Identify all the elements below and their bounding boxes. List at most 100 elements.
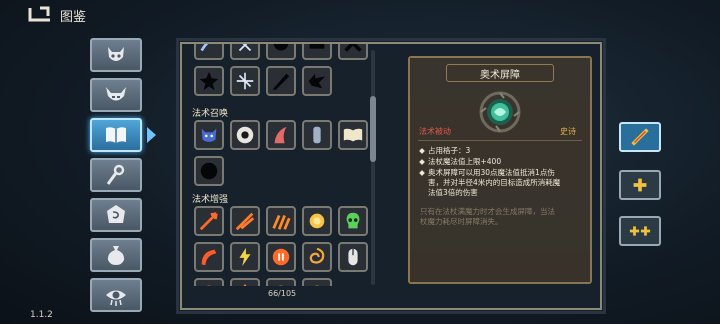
- spell-slot[interactable]: [338, 206, 368, 236]
- tab-curses[interactable]: [90, 278, 142, 312]
- locked-silhouette-icon: [200, 162, 218, 180]
- open-book-icon: [343, 128, 363, 142]
- tab-spellbook[interactable]: [90, 118, 142, 152]
- spell-slot[interactable]: [302, 44, 332, 60]
- fire-icon: [243, 283, 247, 286]
- fire-icon: [278, 285, 284, 286]
- pillar-icon: [313, 126, 321, 144]
- tab-monsters[interactable]: [90, 38, 142, 72]
- spell-rarity: 史诗: [560, 127, 576, 136]
- spell-slot[interactable]: [302, 120, 332, 150]
- tab-runes[interactable]: [90, 198, 142, 232]
- spell-slot[interactable]: [194, 242, 224, 272]
- demon-face-icon: [108, 47, 124, 61]
- fire-arrow-icon: [199, 212, 218, 231]
- locked-silhouette-icon: [309, 44, 325, 49]
- eyeball-icon: [236, 126, 254, 144]
- page-title: 图鉴: [60, 10, 87, 25]
- bullet-icon: [419, 159, 425, 165]
- tab-bosses[interactable]: [90, 78, 142, 112]
- section-label-enhance: 法术增强: [192, 195, 229, 205]
- wand-icon: [631, 128, 649, 146]
- stat-line-continued: 害，并对半径4米内的目标造成所消耗魔: [428, 178, 561, 187]
- section-label-summon: 法术召唤: [192, 109, 229, 119]
- staff-icon: [106, 164, 125, 185]
- pause-orb-icon: [272, 248, 290, 266]
- spell-slot[interactable]: [302, 278, 332, 286]
- divider: [418, 140, 582, 141]
- fire-icon: [206, 285, 212, 286]
- spell-slot[interactable]: [266, 278, 296, 286]
- imp-icon: [201, 128, 217, 142]
- spell-type: 法术被动: [419, 127, 451, 136]
- arcane-barrier-icon: [479, 91, 521, 133]
- active-tab-indicator: [147, 127, 156, 143]
- stat-text: 法杖魔法值上限+400: [428, 157, 502, 166]
- add-one-button[interactable]: [619, 170, 661, 200]
- spell-slot[interactable]: [266, 66, 296, 96]
- spell-slot[interactable]: [230, 206, 260, 236]
- spell-slot[interactable]: [266, 206, 296, 236]
- tab-items[interactable]: [90, 238, 142, 272]
- bullet-icon: [419, 170, 425, 176]
- fire-icon: [314, 285, 320, 286]
- spell-grid[interactable]: 法术召唤 法术增强: [188, 44, 374, 286]
- spell-slot[interactable]: [194, 66, 224, 96]
- spell-name: 奥术屏障: [480, 69, 520, 81]
- spell-slot[interactable]: [302, 206, 332, 236]
- spell-slot[interactable]: [266, 120, 296, 150]
- stat-line: 法杖魔法值上限+400: [419, 157, 502, 166]
- eye-icon: [106, 290, 126, 306]
- spell-slot[interactable]: [194, 206, 224, 236]
- spell-slot[interactable]: [230, 278, 260, 286]
- lightning-icon: [239, 247, 251, 267]
- back-icon: [28, 6, 50, 22]
- locked-silhouette-icon: [344, 44, 362, 52]
- stat-line-continued: 法值3倍的伤害: [428, 188, 478, 197]
- spell-slot[interactable]: [266, 242, 296, 272]
- spell-slot[interactable]: [194, 120, 224, 150]
- spell-slot[interactable]: [338, 120, 368, 150]
- spell-slot[interactable]: [338, 242, 368, 272]
- double-plus-icon: [629, 226, 651, 236]
- boomerang-icon: [201, 249, 217, 266]
- spell-slot[interactable]: [194, 278, 224, 286]
- plus-icon: [633, 178, 647, 192]
- locked-silhouette-icon: [272, 73, 290, 91]
- burst-icon: [309, 213, 325, 229]
- spell-slot[interactable]: [338, 44, 368, 60]
- spell-slot[interactable]: [194, 44, 224, 60]
- back-button[interactable]: [26, 4, 54, 24]
- spell-slot[interactable]: [230, 242, 260, 272]
- spell-slot[interactable]: [194, 156, 224, 186]
- vortex-icon: [309, 247, 325, 264]
- stat-line: 奥术屏障可以用30点魔法值抵消1点伤: [419, 168, 555, 177]
- locked-silhouette-icon: [199, 71, 219, 91]
- spell-note: 杖魔力耗尽时屏障消失。: [420, 217, 503, 226]
- spell-slot[interactable]: [266, 44, 296, 60]
- tab-wands[interactable]: [90, 158, 142, 192]
- spell-slot[interactable]: [230, 120, 260, 150]
- rune-stone-icon: [107, 205, 125, 223]
- collection-count: 66/105: [268, 289, 297, 298]
- book-icon: [106, 127, 126, 143]
- claw-icon: [274, 126, 287, 144]
- top-bar: 图鉴: [0, 0, 720, 30]
- spell-slot[interactable]: [230, 44, 260, 60]
- spell-slot[interactable]: [302, 242, 332, 272]
- stat-text: 占用格子：3: [428, 146, 471, 155]
- equip-wand-button[interactable]: [619, 122, 661, 152]
- mouse-icon: [348, 248, 358, 266]
- green-skull-icon: [346, 212, 360, 229]
- bullet-icon: [419, 148, 425, 154]
- scrollbar-thumb[interactable]: [370, 96, 376, 162]
- spell-slot[interactable]: [302, 66, 332, 96]
- arcane-swirl-icon: [200, 44, 209, 52]
- stat-line: 占用格子：3: [419, 146, 471, 155]
- add-two-button[interactable]: [619, 216, 661, 246]
- horned-skull-icon: [106, 87, 126, 101]
- spell-slot[interactable]: [230, 66, 260, 96]
- fire-arrow-icon: [235, 212, 255, 231]
- scrollbar-track[interactable]: [371, 50, 375, 285]
- stat-text: 奥术屏障可以用30点魔法值抵消1点伤: [428, 168, 555, 177]
